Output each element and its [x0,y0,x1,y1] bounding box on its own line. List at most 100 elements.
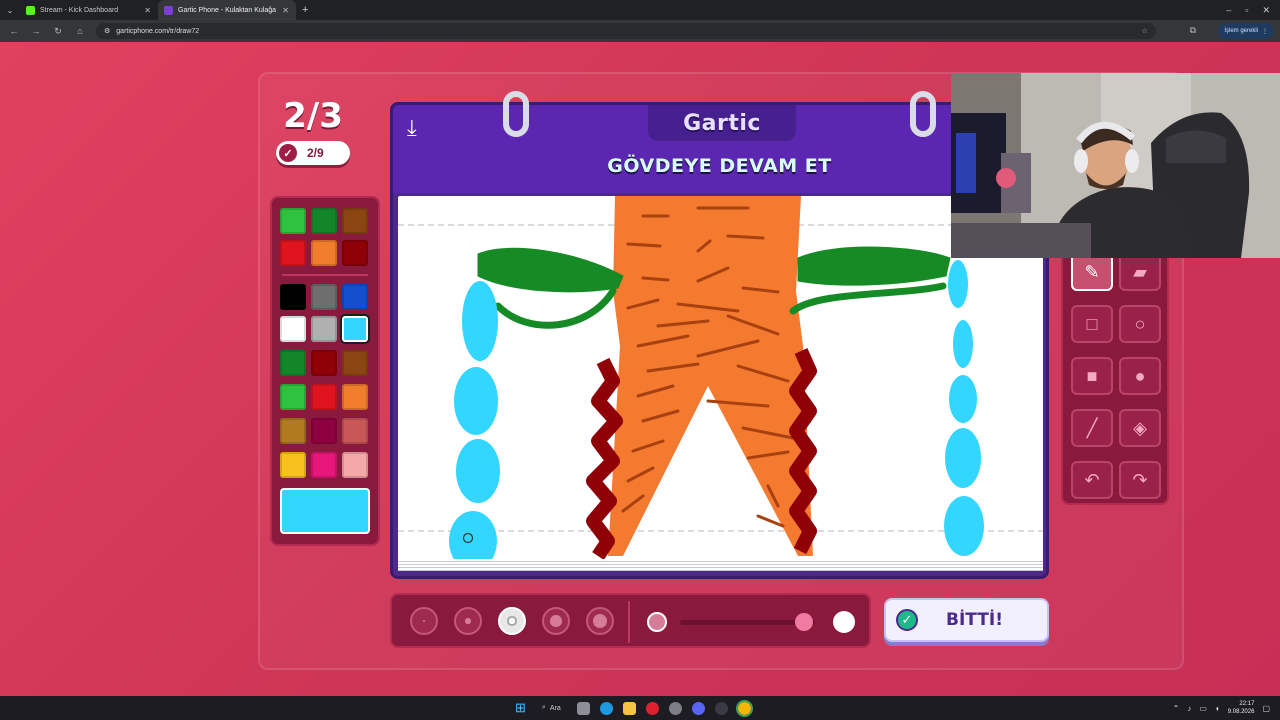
back-icon[interactable]: ← [8,26,20,36]
minimize-icon[interactable]: – [1226,5,1231,15]
brush-size-xs-button[interactable] [410,607,438,635]
rect-outline-tool-button[interactable]: □ [1071,305,1113,343]
clock-time: 22:17 [1239,701,1255,707]
circle-filled-tool-button[interactable]: ● [1119,357,1161,395]
close-tab-icon[interactable]: ✕ [144,6,151,15]
window-controls: – ▫ ✕ [1226,0,1276,20]
tab-search-icon[interactable]: ⌄ [0,6,20,15]
tab-kick-dashboard[interactable]: Stream - Kick Dashboard ✕ [20,0,158,20]
profile-button[interactable]: İşlem gerekli ⋮ [1218,23,1274,39]
check-icon: ✓ [279,144,297,162]
opacity-min-icon[interactable] [647,612,667,632]
maximize-icon[interactable]: ▫ [1245,5,1248,15]
redo-tool-button[interactable]: ↷ [1119,461,1161,499]
close-tab-icon[interactable]: ✕ [282,6,289,15]
site-info-icon[interactable]: ⚙ [104,27,110,35]
reload-icon[interactable]: ↻ [52,26,64,37]
color-swatch[interactable] [311,316,337,342]
close-window-icon[interactable]: ✕ [1262,5,1270,16]
gartic-logo: Gartic [648,105,796,141]
color-swatch[interactable] [342,240,368,266]
tab-title: Stream - Kick Dashboard [40,6,119,14]
color-swatch[interactable] [311,208,337,234]
microphone-icon[interactable]: ♪ [1187,704,1191,713]
brush-size-l-button[interactable] [542,607,570,635]
taskbar-search[interactable]: ⌕ Ara [536,704,567,712]
color-swatch[interactable] [311,350,337,376]
color-swatch[interactable] [280,316,306,342]
opacity-slider-handle[interactable] [795,613,814,631]
rect-filled-tool-button[interactable]: ■ [1071,357,1113,395]
brush-size-xl-button[interactable] [586,607,614,635]
network-icon[interactable]: ▭ [1199,704,1207,713]
color-swatch[interactable] [342,208,368,234]
color-swatch[interactable] [342,384,368,410]
pen-tool-button[interactable]: ✎ [1071,253,1113,291]
volume-icon[interactable]: ◖ [1215,704,1220,713]
forward-icon[interactable]: → [30,26,42,36]
home-icon[interactable]: ⌂ [74,26,86,36]
color-swatch[interactable] [280,452,306,478]
color-swatch[interactable] [340,314,370,344]
palette-divider [282,274,368,276]
color-swatch[interactable] [342,452,368,478]
players-done-count: 2/9 [307,146,324,160]
new-tab-icon[interactable]: + [302,4,308,16]
webcam-image [951,73,1280,258]
color-swatch[interactable] [342,350,368,376]
tray-chevron-icon[interactable]: ⌃ [1173,704,1180,713]
color-swatch[interactable] [342,284,368,310]
color-swatch[interactable] [311,418,337,444]
task-view-icon[interactable] [576,701,590,715]
carrot-body [608,196,813,556]
file-explorer-icon[interactable] [622,701,636,715]
color-swatch[interactable] [280,240,306,266]
edge-icon[interactable] [599,701,613,715]
color-swatch[interactable] [280,284,306,310]
brush-size-dot [550,615,562,627]
discord-icon[interactable] [691,701,705,715]
extensions-icon[interactable]: ⧉ [1190,25,1196,36]
task-title: GÖVDEYE DEVAM ET [607,155,832,177]
gartic-favicon-icon [164,5,173,15]
opera-icon[interactable] [645,701,659,715]
start-icon[interactable]: ⊞ [515,700,526,716]
tab-gartic-phone[interactable]: Gartic Phone - Kulaktan Kulağa ✕ [158,0,296,20]
clock[interactable]: 22:17 9.08.2026 [1228,700,1255,716]
download-icon[interactable]: ⤓ [407,115,417,141]
done-button[interactable]: ✓ BİTTİ! [884,598,1049,642]
color-swatch[interactable] [280,208,306,234]
color-swatch[interactable] [280,384,306,410]
menu-dots-icon[interactable]: ⋮ [1262,28,1268,35]
color-swatch[interactable] [280,350,306,376]
opacity-max-icon[interactable] [833,611,855,633]
fill-bucket-tool-button[interactable]: ◈ [1119,409,1161,447]
color-palette [270,196,380,546]
obs-icon[interactable] [714,701,728,715]
bookmark-star-icon[interactable]: ☆ [1142,27,1148,35]
undo-tool-button[interactable]: ↶ [1071,461,1113,499]
color-swatch[interactable] [342,418,368,444]
eraser-tool-button[interactable]: ▰ [1119,253,1161,291]
brush-size-dot [592,613,608,629]
chrome-icon[interactable] [735,699,753,717]
address-bar[interactable]: ⚙ garticphone.com/tr/draw72 ☆ [96,23,1156,39]
tools-panel: ✎ ▰ □ ○ ■ ● ╱ ◈ ↶ ↷ [1061,245,1169,505]
line-tool-button[interactable]: ╱ [1071,409,1113,447]
brush-size-dot [507,616,517,626]
color-swatch[interactable] [280,418,306,444]
drawing-canvas[interactable] [398,196,1043,560]
brush-size-s-button[interactable] [454,607,482,635]
url-text: garticphone.com/tr/draw72 [116,27,200,35]
brush-size-m-button[interactable] [498,607,526,635]
color-swatch[interactable] [311,284,337,310]
color-swatch[interactable] [311,240,337,266]
notifications-icon[interactable]: ▢ [1262,704,1270,713]
search-icon: ⌕ [541,704,546,711]
system-tray: ⌃ ♪ ▭ ◖ 22:17 9.08.2026 ▢ [1173,696,1270,720]
settings-icon[interactable] [668,701,682,715]
brush-size-dot [422,619,426,623]
color-swatch[interactable] [311,384,337,410]
circle-outline-tool-button[interactable]: ○ [1119,305,1161,343]
color-swatch[interactable] [311,452,337,478]
